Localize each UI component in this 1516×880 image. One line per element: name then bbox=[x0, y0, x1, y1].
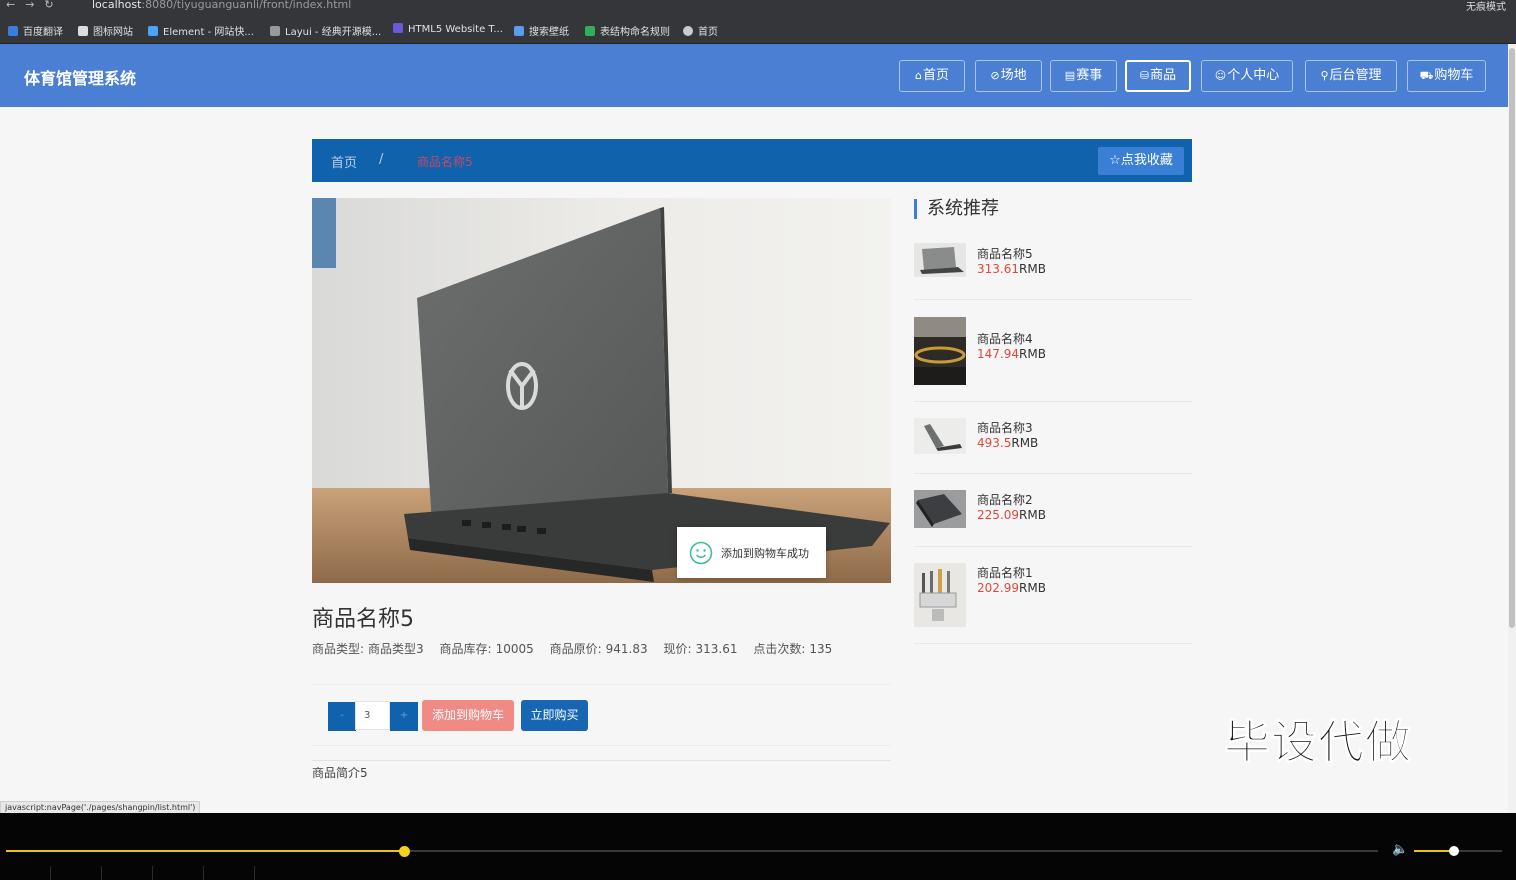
nav-home-button[interactable]: ⌂首页 bbox=[899, 60, 965, 92]
volume-icon[interactable]: 🔈 bbox=[1392, 842, 1408, 857]
quantity-decrease-button[interactable]: - bbox=[328, 702, 356, 731]
address-url[interactable]: localhost:8080/tiyuguanguanli/front/inde… bbox=[92, 0, 351, 11]
recommend-thumbnail[interactable] bbox=[914, 243, 966, 277]
breadcrumb-home[interactable]: 首页 bbox=[331, 152, 357, 171]
recommend-item[interactable]: 商品名称4 147.94RMB bbox=[914, 300, 1192, 402]
product-description: 商品简介5 bbox=[312, 766, 368, 780]
incognito-label: 无痕模式 bbox=[1466, 2, 1506, 13]
quantity-increase-button[interactable]: + bbox=[390, 702, 418, 731]
recommend-item-price: 313.61RMB bbox=[977, 262, 1046, 276]
product-info: 商品类型: 商品类型3 商品库存: 10005 商品原价: 941.83 现价: 313… bbox=[312, 640, 844, 657]
price-value: 313.61 bbox=[695, 642, 738, 656]
recommend-thumbnail[interactable] bbox=[914, 490, 966, 528]
bookmark-item[interactable]: 首页 bbox=[683, 23, 718, 38]
recommend-item[interactable]: 商品名称2 225.09RMB bbox=[914, 474, 1192, 547]
divider bbox=[254, 866, 255, 880]
user-icon: ☺ bbox=[1214, 69, 1227, 82]
stock-label: 商品库存: bbox=[439, 642, 492, 656]
breadcrumb-current: 商品名称5 bbox=[417, 155, 473, 169]
video-player-controls: 🔈 bbox=[0, 813, 1516, 880]
bookmark-item[interactable]: 搜索壁纸 bbox=[514, 23, 569, 38]
home-icon: ⌂ bbox=[915, 69, 922, 82]
nav-profile-button[interactable]: ☺个人中心 bbox=[1201, 60, 1293, 92]
recommend-item-price: 202.99RMB bbox=[977, 581, 1046, 595]
recommend-item-name[interactable]: 商品名称1 bbox=[977, 564, 1033, 581]
breadcrumb: 首页 / 商品名称5 ☆点我收藏 bbox=[312, 139, 1192, 182]
nav-product-button[interactable]: ⛁商品 bbox=[1125, 60, 1191, 92]
volume-handle[interactable] bbox=[1449, 846, 1459, 856]
stock-value: 10005 bbox=[495, 642, 534, 656]
link-icon: ⚲ bbox=[1320, 69, 1329, 82]
product-title: 商品名称5 bbox=[312, 607, 414, 632]
clicks-value: 135 bbox=[809, 642, 833, 656]
orig-price-value: 941.83 bbox=[605, 642, 648, 656]
recommend-item-price: 493.5RMB bbox=[977, 436, 1039, 450]
page-content: 体育馆管理系统 ⌂首页 ⊘场地 ▤赛事 ⛁商品 ☺个人中心 ⚲后台管理 ⛟购物车… bbox=[0, 44, 1508, 813]
recommend-item[interactable]: 商品名称3 493.5RMB bbox=[914, 402, 1192, 474]
quantity-input[interactable]: 3 bbox=[355, 701, 390, 730]
recommend-item-name[interactable]: 商品名称2 bbox=[977, 491, 1033, 508]
recommend-item[interactable]: 商品名称5 313.61RMB bbox=[914, 232, 1192, 300]
type-label: 商品类型: bbox=[312, 642, 365, 656]
recommend-thumbnail[interactable] bbox=[914, 418, 966, 454]
browser-nav-icons[interactable]: ←→↻ bbox=[6, 0, 64, 11]
watermark-text: 毕设代做 bbox=[1224, 715, 1412, 770]
orig-price-label: 商品原价: bbox=[549, 642, 602, 656]
toast-notification: 添加到购物车成功 bbox=[677, 527, 826, 578]
nav-admin-button[interactable]: ⚲后台管理 bbox=[1305, 60, 1397, 92]
nav-event-button[interactable]: ▤赛事 bbox=[1050, 60, 1117, 92]
top-navbar: 体育馆管理系统 ⌂首页 ⊘场地 ▤赛事 ⛁商品 ☺个人中心 ⚲后台管理 ⛟购物车 bbox=[0, 44, 1508, 107]
recommend-thumbnail[interactable] bbox=[914, 317, 966, 385]
divider bbox=[203, 866, 204, 880]
type-value: 商品类型3 bbox=[368, 642, 424, 656]
recommend-item-name[interactable]: 商品名称4 bbox=[977, 330, 1033, 347]
bookmarks-bar: 百度翻译 图标网站 Element - 网站快... Layui - 经典开源模… bbox=[0, 14, 1516, 44]
site-brand[interactable]: 体育馆管理系统 bbox=[24, 65, 136, 89]
purchase-panel: - + bbox=[312, 684, 891, 746]
cart-icon: ⛟ bbox=[1419, 69, 1434, 82]
recommend-item-name[interactable]: 商品名称5 bbox=[977, 245, 1033, 262]
recommend-item-price: 225.09RMB bbox=[977, 508, 1046, 522]
star-icon: ☆ bbox=[1109, 153, 1121, 168]
product-icon: ⛁ bbox=[1139, 69, 1150, 82]
volume-level bbox=[1414, 850, 1454, 852]
divider bbox=[50, 866, 51, 880]
seek-handle[interactable] bbox=[399, 846, 410, 857]
scrollbar-thumb[interactable] bbox=[1509, 48, 1515, 628]
bookmark-item[interactable]: 图标网站 bbox=[78, 23, 133, 38]
divider bbox=[152, 866, 153, 880]
recommend-title: 系统推荐 bbox=[914, 199, 999, 219]
buy-now-button[interactable]: 立即购买 bbox=[521, 700, 588, 731]
breadcrumb-separator: / bbox=[379, 152, 384, 167]
clicks-label: 点击次数: bbox=[753, 642, 806, 656]
page-scrollbar[interactable] bbox=[1508, 44, 1516, 813]
nav-cart-button[interactable]: ⛟购物车 bbox=[1407, 60, 1486, 92]
bookmark-item[interactable]: 表结构命名规则 bbox=[585, 23, 670, 38]
recommend-item[interactable]: 商品名称1 202.99RMB bbox=[914, 547, 1192, 644]
divider bbox=[312, 760, 891, 761]
nav-venue-button[interactable]: ⊘场地 bbox=[975, 60, 1042, 92]
favorite-button[interactable]: ☆点我收藏 bbox=[1098, 147, 1184, 175]
divider bbox=[101, 866, 102, 880]
price-label: 现价: bbox=[663, 642, 692, 656]
toast-message: 添加到购物车成功 bbox=[721, 547, 809, 560]
smile-icon bbox=[689, 541, 713, 565]
recommend-item-price: 147.94RMB bbox=[977, 347, 1046, 361]
seek-progress bbox=[6, 850, 404, 852]
recommend-item-name[interactable]: 商品名称3 bbox=[977, 419, 1033, 436]
bookmark-item[interactable]: Element - 网站快... bbox=[148, 23, 254, 38]
add-to-cart-button[interactable]: 添加到购物车 bbox=[422, 700, 514, 731]
browser-address-bar: ←→↻ localhost:8080/tiyuguanguanli/front/… bbox=[0, 0, 1516, 14]
bookmark-item[interactable]: 百度翻译 bbox=[8, 23, 63, 38]
recommend-thumbnail[interactable] bbox=[914, 563, 966, 627]
venue-icon: ⊘ bbox=[990, 69, 1000, 82]
event-icon: ▤ bbox=[1064, 69, 1076, 82]
bookmark-item[interactable]: Layui - 经典开源模... bbox=[270, 23, 381, 38]
bookmark-item[interactable]: HTML5 Website T... bbox=[393, 23, 503, 35]
product-image bbox=[312, 198, 891, 583]
